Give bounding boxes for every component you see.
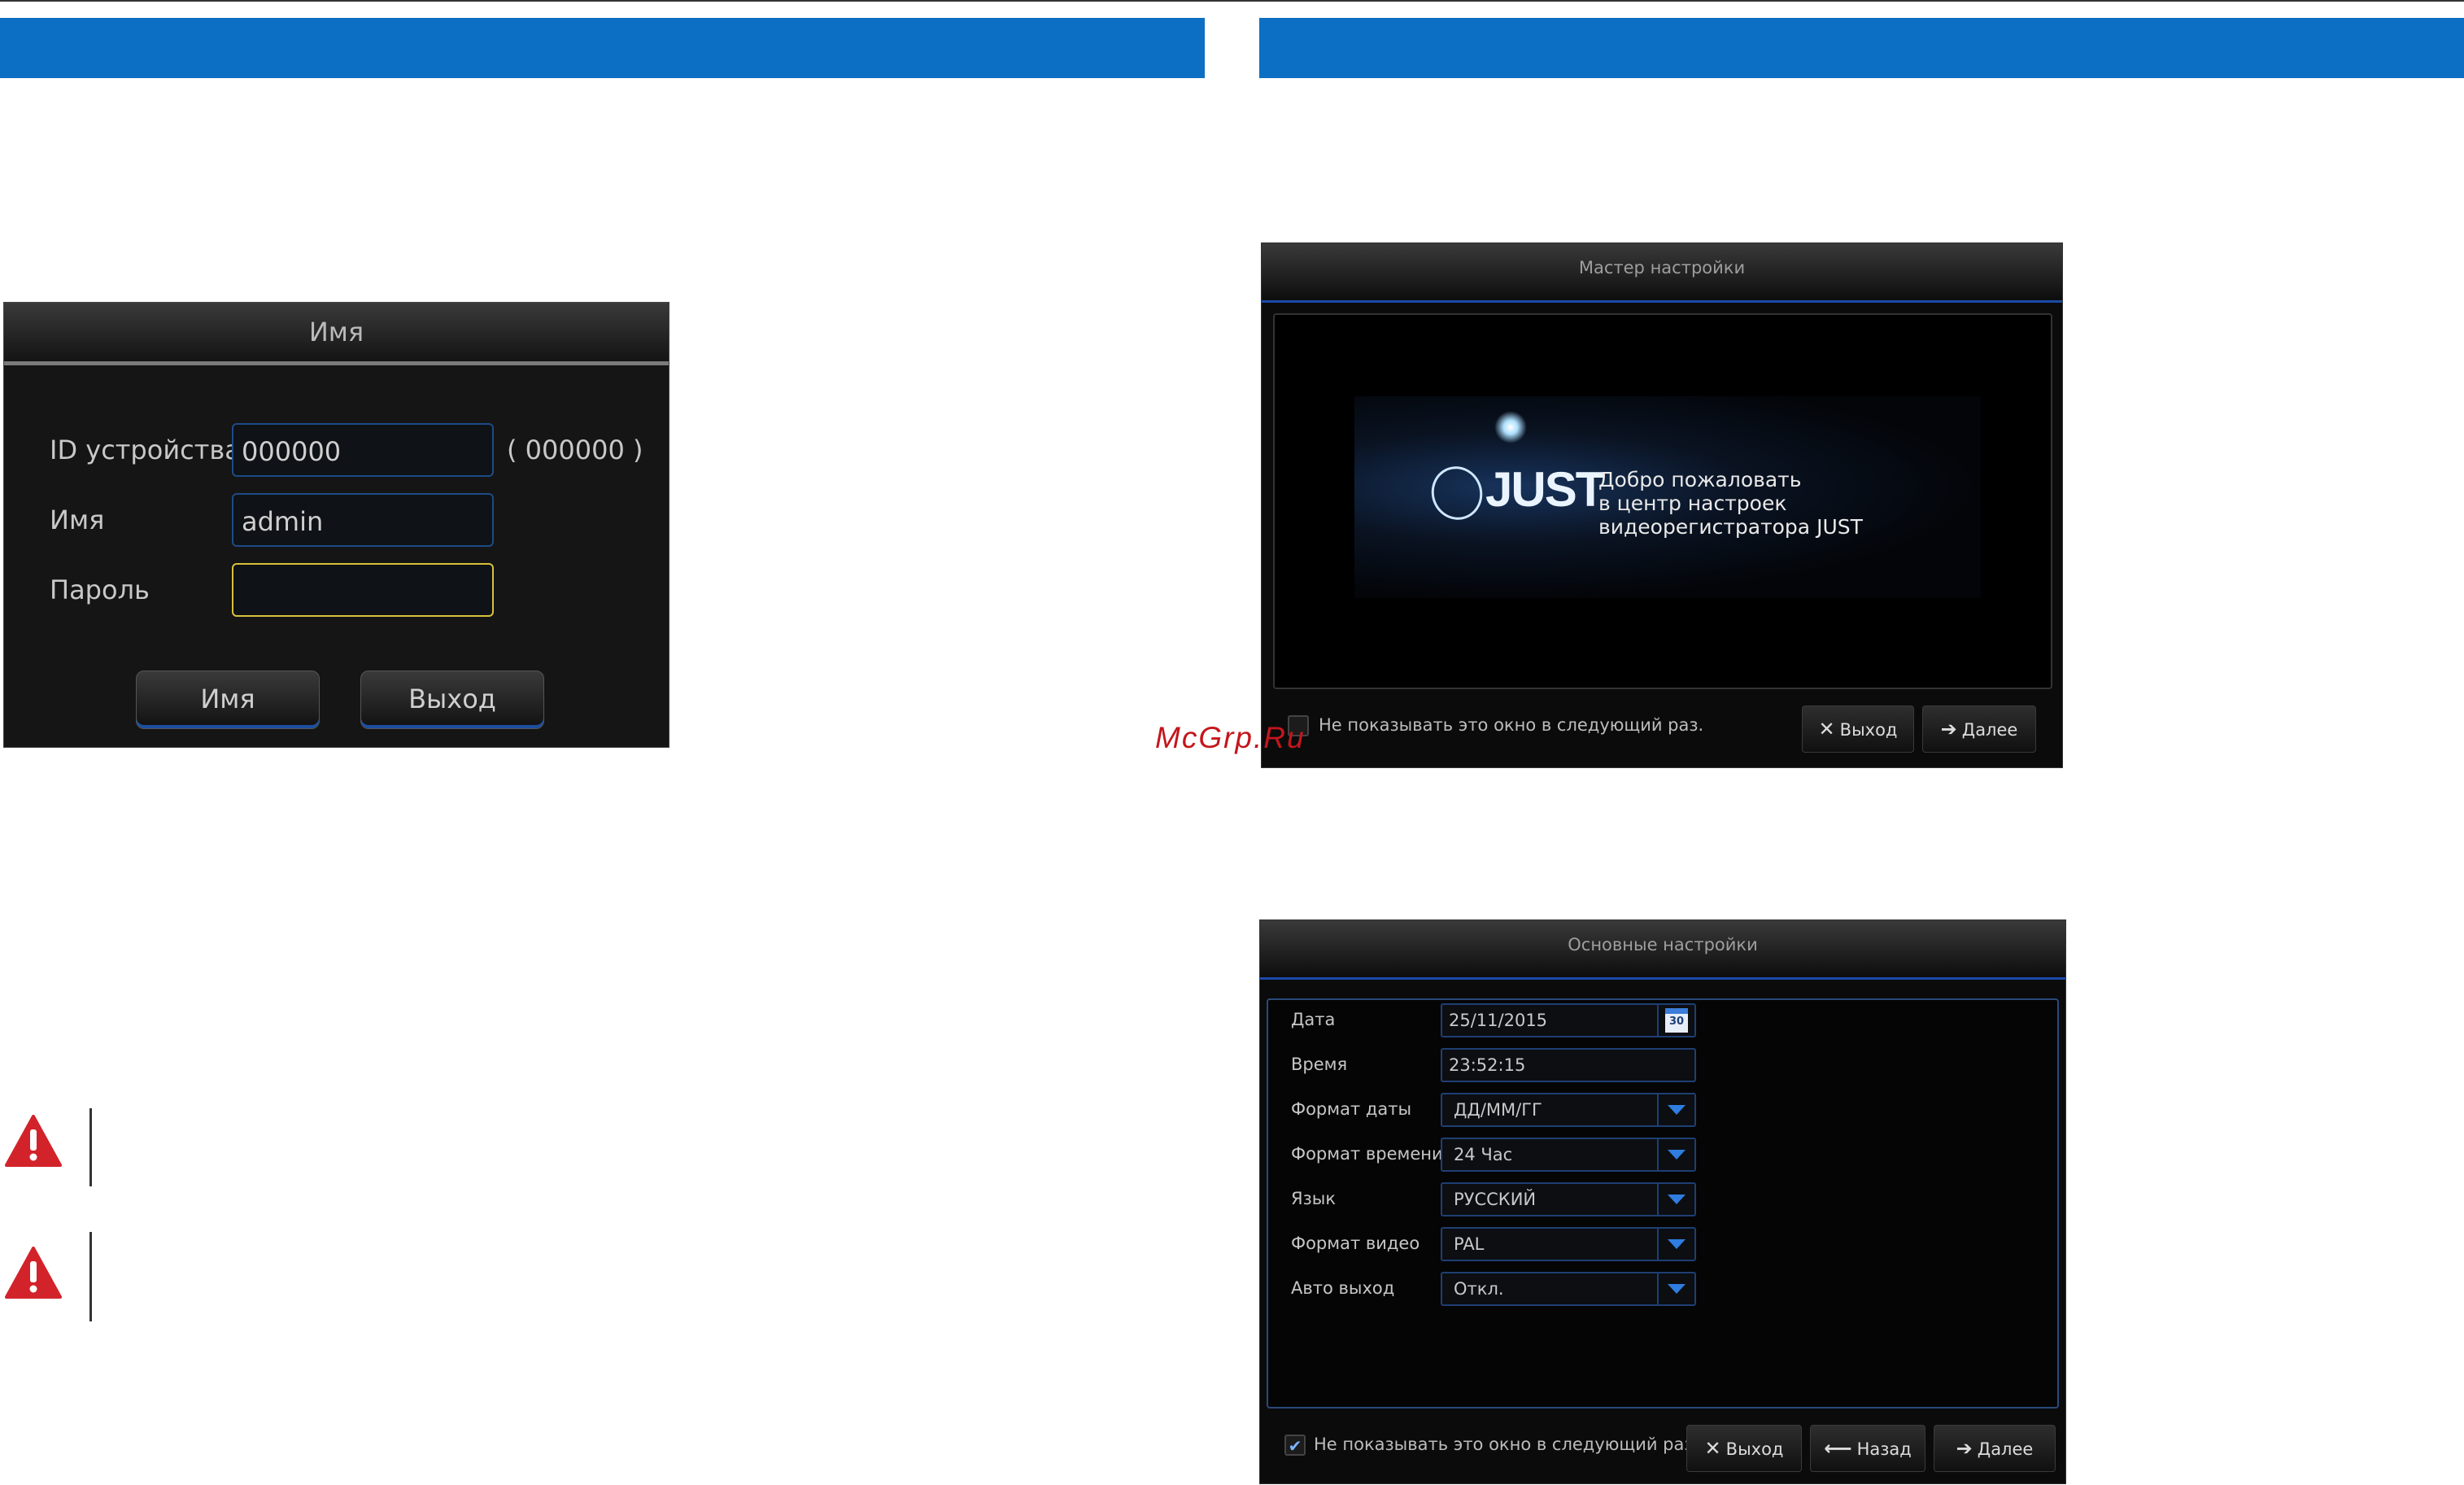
lens-flare — [1494, 411, 1527, 443]
top-rule — [0, 0, 2464, 2]
date-format-label: Формат даты — [1291, 1099, 1412, 1119]
arrow-right-icon: ➔ — [1956, 1437, 1973, 1460]
warning-divider — [89, 1108, 92, 1186]
settings-title: Основные настройки — [1260, 920, 2065, 980]
date-format-select[interactable]: ДД/ММ/ГГ — [1441, 1093, 1696, 1127]
logo-ring — [1424, 459, 1490, 527]
settings-content: Дата 25/11/2015 30 Время 23:52:15 Формат… — [1267, 998, 2059, 1409]
time-format-select[interactable]: 24 Час — [1441, 1138, 1696, 1172]
warning-triangle-icon — [5, 1115, 62, 1167]
left-header-bar — [0, 18, 1205, 78]
wizard-next-button[interactable]: ➔ Далее — [1922, 705, 2036, 753]
wizard-content: JUST Добро пожаловать в центр настроек в… — [1273, 313, 2052, 689]
warning-divider — [89, 1232, 92, 1321]
just-logo: JUST — [1424, 459, 1605, 527]
video-format-select[interactable]: PAL — [1441, 1227, 1696, 1261]
wizard-title: Мастер настройки — [1262, 243, 2062, 303]
right-header-bar — [1259, 18, 2464, 78]
name-label: Имя — [50, 504, 105, 535]
date-format-value: ДД/ММ/ГГ — [1454, 1100, 1542, 1120]
login-dialog: Имя ID устройства 000000 ( 000000 ) Имя … — [3, 302, 669, 748]
settings-exit-label: Выход — [1725, 1439, 1784, 1459]
device-id-field[interactable]: 000000 — [232, 423, 494, 477]
chevron-down-icon[interactable] — [1657, 1229, 1694, 1260]
language-select[interactable]: РУССКИЙ — [1441, 1182, 1696, 1216]
time-label: Время — [1291, 1055, 1348, 1074]
settings-back-label: Назад — [1856, 1439, 1912, 1459]
video-format-value: PAL — [1454, 1234, 1485, 1254]
date-field[interactable]: 25/11/2015 30 — [1441, 1003, 1696, 1037]
date-value: 25/11/2015 — [1449, 1011, 1548, 1030]
welcome-line-1: Добро пожаловать — [1598, 468, 1802, 491]
auto-logout-value: Откл. — [1454, 1279, 1504, 1299]
chevron-down-icon[interactable] — [1657, 1184, 1694, 1215]
time-format-label: Формат времени — [1291, 1144, 1443, 1164]
login-button[interactable]: Имя — [136, 670, 320, 729]
password-field[interactable] — [232, 563, 494, 617]
warning-triangle-icon — [5, 1247, 62, 1299]
welcome-text: Добро пожаловать в центр настроек видеор… — [1598, 468, 1863, 539]
logo-text: JUST — [1485, 462, 1605, 517]
settings-back-button[interactable]: ⟵ Назад — [1810, 1425, 1925, 1472]
arrow-left-icon: ⟵ — [1824, 1437, 1852, 1460]
language-value: РУССКИЙ — [1454, 1190, 1537, 1209]
name-field[interactable]: admin — [232, 493, 494, 547]
settings-next-label: Далее — [1977, 1439, 2034, 1459]
wizard-exit-label: Выход — [1839, 720, 1898, 740]
device-id-label: ID устройства — [50, 435, 241, 465]
auto-logout-label: Авто выход — [1291, 1278, 1395, 1298]
close-x-icon: ✕ — [1818, 718, 1835, 740]
settings-dont-show-checkbox[interactable]: ✔ — [1284, 1435, 1306, 1456]
time-field[interactable]: 23:52:15 — [1441, 1048, 1696, 1082]
welcome-line-3: видеорегистратора JUST — [1598, 515, 1863, 539]
basic-settings-dialog: Основные настройки Дата 25/11/2015 30 Вр… — [1259, 919, 2066, 1484]
video-format-label: Формат видео — [1291, 1234, 1420, 1253]
chevron-down-icon[interactable] — [1657, 1273, 1694, 1304]
settings-dont-show-label: Не показывать это окно в следующий раз. — [1314, 1435, 1699, 1454]
watermark: McGrp.Ru — [1155, 721, 1306, 754]
wizard-exit-button[interactable]: ✕ Выход — [1802, 705, 1914, 753]
device-id-hint: ( 000000 ) — [507, 435, 643, 465]
close-x-icon: ✕ — [1704, 1437, 1721, 1460]
welcome-banner: JUST Добро пожаловать в центр настроек в… — [1354, 396, 1981, 598]
checkmark-icon: ✔ — [1288, 1436, 1302, 1456]
calendar-icon: 30 — [1665, 1008, 1688, 1033]
settings-next-button[interactable]: ➔ Далее — [1934, 1425, 2056, 1472]
setup-wizard-dialog: Мастер настройки JUST Добро пожаловать в… — [1261, 242, 2063, 768]
wizard-next-label: Далее — [1961, 720, 2018, 740]
exit-button[interactable]: Выход — [360, 670, 544, 729]
settings-exit-button[interactable]: ✕ Выход — [1686, 1425, 1802, 1472]
date-label: Дата — [1291, 1010, 1336, 1029]
password-label: Пароль — [50, 574, 150, 605]
dont-show-label: Не показывать это окно в следующий раз. — [1319, 715, 1704, 735]
calendar-button[interactable]: 30 — [1657, 1005, 1694, 1036]
welcome-line-2: в центр настроек — [1598, 491, 1787, 515]
login-title: Имя — [4, 303, 669, 365]
arrow-right-icon: ➔ — [1940, 718, 1957, 740]
chevron-down-icon[interactable] — [1657, 1139, 1694, 1170]
language-label: Язык — [1291, 1189, 1337, 1208]
auto-logout-select[interactable]: Откл. — [1441, 1272, 1696, 1306]
time-format-value: 24 Час — [1454, 1145, 1513, 1164]
chevron-down-icon[interactable] — [1657, 1094, 1694, 1125]
